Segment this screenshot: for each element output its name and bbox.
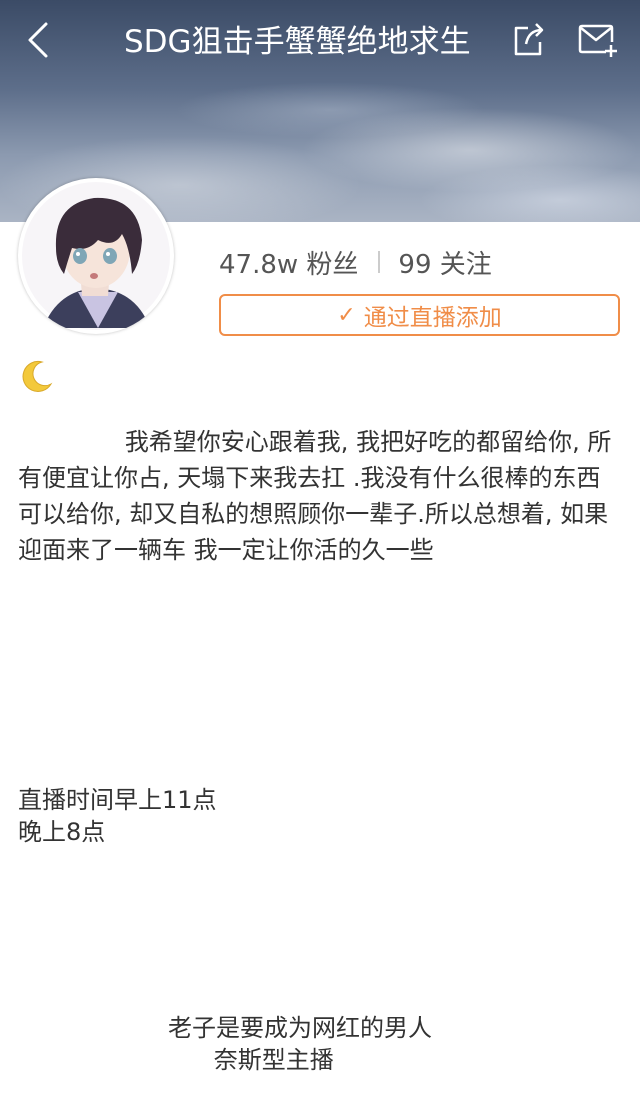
share-button[interactable] (508, 20, 548, 60)
profile-motto: 老子是要成为网红的男人 奈斯型主播 (168, 1014, 432, 1074)
page-title: SDG狙击手蟹蟹绝地求生 (124, 24, 471, 60)
message-button[interactable] (576, 20, 620, 60)
top-bar: SDG狙击手蟹蟹绝地求生 (0, 0, 640, 80)
avatar[interactable] (18, 178, 174, 334)
profile-bio: 我希望你安心跟着我, 我把好吃的都留给你, 所有便宜让你占, 天塌下来我去扛 .… (18, 428, 612, 564)
live-schedule: 直播时间早上11点 晚上8点 (18, 786, 217, 846)
avatar-illustration (22, 182, 170, 330)
add-via-live-label: 通过直播添加 (363, 305, 502, 331)
stats-divider (378, 251, 381, 273)
back-button[interactable] (20, 18, 60, 62)
chevron-left-icon (28, 22, 48, 58)
share-icon (514, 23, 544, 56)
followers-count[interactable]: 47.8w 粉丝 (219, 244, 358, 281)
profile-stats: 47.8w 粉丝 99 关注 (219, 240, 492, 284)
mail-plus-icon (578, 24, 617, 57)
following-count[interactable]: 99 关注 (398, 244, 491, 281)
check-icon: ✓ (337, 302, 356, 328)
add-via-live-button[interactable]: ✓ 通过直播添加 (219, 294, 620, 336)
crescent-moon-icon (18, 358, 54, 394)
